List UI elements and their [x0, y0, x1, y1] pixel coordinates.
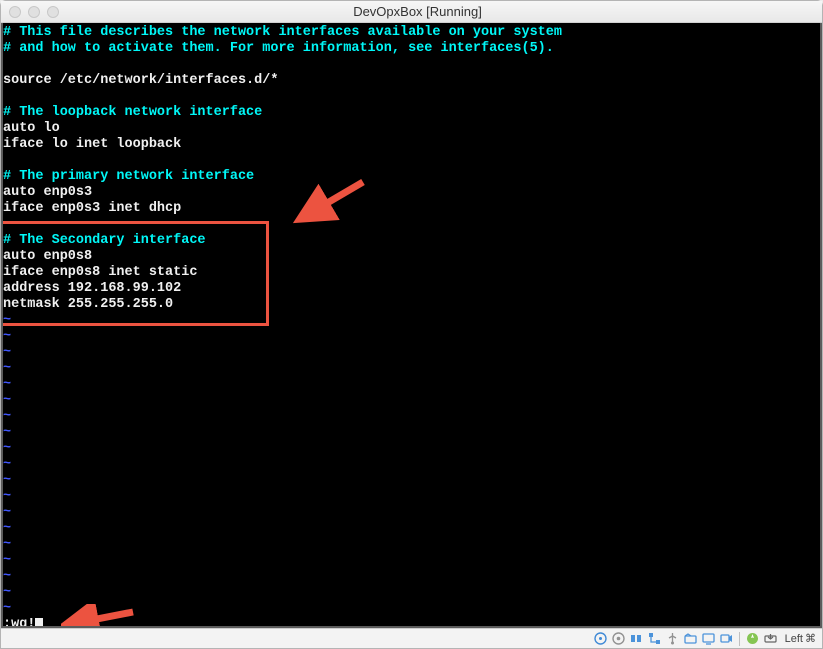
- terminal-line: netmask 255.255.255.0: [3, 297, 820, 313]
- terminal-line: ~: [3, 601, 820, 617]
- terminal-line: ~: [3, 425, 820, 441]
- host-key-indicator[interactable]: Left ⌘: [785, 632, 816, 645]
- network-icon[interactable]: [647, 631, 662, 646]
- minimize-button[interactable]: [28, 6, 40, 18]
- terminal-line: auto enp0s3: [3, 185, 820, 201]
- terminal-line: ~: [3, 329, 820, 345]
- terminal-line: # This file describes the network interf…: [3, 25, 820, 41]
- terminal-line: ~: [3, 377, 820, 393]
- terminal-line: # and how to activate them. For more inf…: [3, 41, 820, 57]
- terminal-line: # The Secondary interface: [3, 233, 820, 249]
- keyboard-arrow-icon[interactable]: [763, 631, 778, 646]
- recording-icon[interactable]: [719, 631, 734, 646]
- terminal-content: # This file describes the network interf…: [3, 23, 820, 628]
- terminal-line: auto enp0s8: [3, 249, 820, 265]
- terminal-line: # The primary network interface: [3, 169, 820, 185]
- traffic-lights: [9, 6, 59, 18]
- shared-folders-icon[interactable]: [683, 631, 698, 646]
- terminal-line: [3, 89, 820, 105]
- terminal-line: [3, 153, 820, 169]
- terminal-line: ~: [3, 553, 820, 569]
- terminal-line: ~: [3, 345, 820, 361]
- window-title: DevOpxBox [Running]: [71, 4, 764, 19]
- terminal-line: ~: [3, 441, 820, 457]
- vm-window: DevOpxBox [Running] # This file describe…: [0, 0, 823, 649]
- terminal-line: ~: [3, 361, 820, 377]
- terminal-line: auto lo: [3, 121, 820, 137]
- terminal-line: ~: [3, 313, 820, 329]
- terminal-line: source /etc/network/interfaces.d/*: [3, 73, 820, 89]
- audio-icon[interactable]: [629, 631, 644, 646]
- display-icon[interactable]: [701, 631, 716, 646]
- terminal-line: iface enp0s8 inet static: [3, 265, 820, 281]
- usb-icon[interactable]: [665, 631, 680, 646]
- statusbar-separator: [739, 632, 740, 646]
- vim-command-line[interactable]: :wq!: [3, 617, 820, 628]
- optical-drive-icon[interactable]: [611, 631, 626, 646]
- terminal-line: iface lo inet loopback: [3, 137, 820, 153]
- terminal-line: # The loopback network interface: [3, 105, 820, 121]
- terminal-line: [3, 217, 820, 233]
- terminal-viewport[interactable]: # This file describes the network interf…: [1, 23, 822, 628]
- terminal-line: ~: [3, 537, 820, 553]
- terminal-line: ~: [3, 569, 820, 585]
- terminal-line: ~: [3, 457, 820, 473]
- vm-statusbar: Left ⌘: [1, 628, 822, 648]
- cursor-icon: [35, 618, 43, 628]
- terminal-line: ~: [3, 409, 820, 425]
- titlebar[interactable]: DevOpxBox [Running]: [1, 1, 822, 23]
- terminal-line: ~: [3, 585, 820, 601]
- terminal-line: iface enp0s3 inet dhcp: [3, 201, 820, 217]
- terminal-line: ~: [3, 473, 820, 489]
- terminal-line: ~: [3, 505, 820, 521]
- terminal-line: address 192.168.99.102: [3, 281, 820, 297]
- zoom-button[interactable]: [47, 6, 59, 18]
- terminal-line: ~: [3, 521, 820, 537]
- hard-disk-icon[interactable]: [593, 631, 608, 646]
- terminal-line: ~: [3, 393, 820, 409]
- terminal-line: ~: [3, 489, 820, 505]
- terminal-line: [3, 57, 820, 73]
- mouse-integration-icon[interactable]: [745, 631, 760, 646]
- close-button[interactable]: [9, 6, 21, 18]
